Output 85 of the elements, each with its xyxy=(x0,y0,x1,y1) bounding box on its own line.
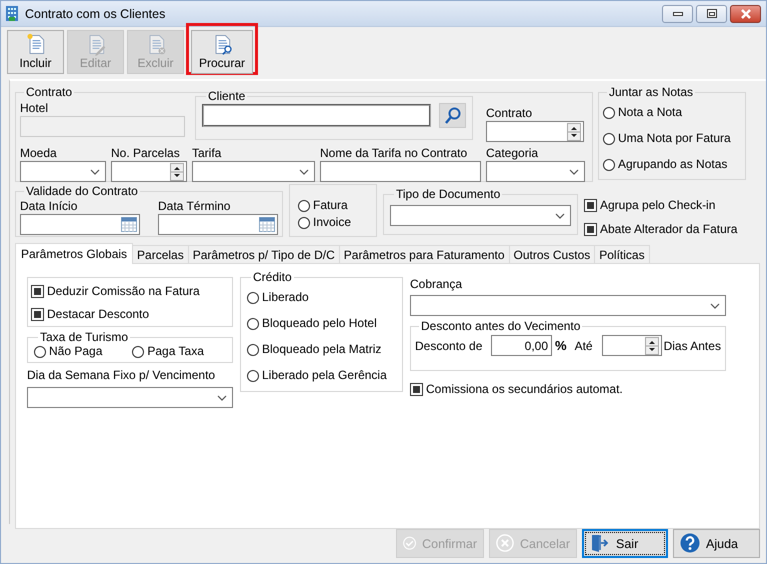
text-field[interactable] xyxy=(320,161,481,182)
field-label: Data Início xyxy=(20,200,78,213)
field-label: Moeda xyxy=(20,147,58,160)
spin-field[interactable] xyxy=(111,161,187,182)
maximize-icon xyxy=(706,9,716,18)
dropdown-field[interactable] xyxy=(27,387,233,408)
radio-option[interactable]: Invoice xyxy=(298,215,376,230)
checkbox-option[interactable]: Abate Alterador da Fatura xyxy=(584,222,738,237)
calendar-icon xyxy=(121,217,137,232)
chevron-icon xyxy=(569,168,579,174)
search-icon xyxy=(444,107,460,124)
group-title: Crédito xyxy=(252,270,293,284)
dropdown-field[interactable] xyxy=(410,295,726,316)
group-title: Juntar as Notas xyxy=(608,85,694,99)
dropdown-field[interactable] xyxy=(20,161,106,182)
help-icon xyxy=(680,533,700,554)
checkbox-option[interactable]: Comissiona os secundários automat. xyxy=(410,382,726,397)
field-label: Até xyxy=(574,338,593,352)
field-label: No. Parcelas xyxy=(111,147,181,160)
radio-option[interactable]: Liberado xyxy=(247,290,396,305)
chevron-icon xyxy=(217,394,227,400)
date-field[interactable] xyxy=(158,214,278,235)
window-title: Contrato com os Clientes xyxy=(25,6,166,20)
date-field[interactable] xyxy=(20,214,140,235)
chevron-icon xyxy=(555,212,565,218)
field-label: Categoria xyxy=(486,147,540,160)
field-label: Nome da Tarifa no Contrato xyxy=(320,147,468,160)
chevron-icon xyxy=(90,168,100,174)
field-label: Tarifa xyxy=(192,147,222,160)
x-circle-icon xyxy=(496,533,514,554)
field-label: Dias Antes xyxy=(664,338,721,352)
toolbar-button[interactable]: Incluir xyxy=(7,30,64,74)
exit-door-icon xyxy=(590,533,610,554)
dropdown-field[interactable] xyxy=(486,161,585,182)
maximize-button[interactable] xyxy=(696,4,727,22)
group-title: Validade do Contrato xyxy=(25,184,139,198)
radio-option[interactable]: Agrupando as Notas xyxy=(603,157,741,172)
spinner-icon xyxy=(644,336,659,354)
close-button[interactable] xyxy=(730,4,761,22)
minimize-icon xyxy=(672,12,682,16)
checkbox-option[interactable]: Destacar Desconto xyxy=(31,307,232,322)
tab[interactable]: Políticas xyxy=(594,245,650,263)
search-button[interactable] xyxy=(439,103,466,128)
radio-option[interactable]: Fatura xyxy=(298,198,376,213)
radio-option[interactable]: Paga Taxa xyxy=(132,344,204,359)
dropdown-field[interactable] xyxy=(390,205,571,226)
field-label: Data Término xyxy=(158,200,232,213)
radio-option[interactable]: Nota a Nota xyxy=(603,105,741,120)
number-field[interactable]: 0,00 xyxy=(491,335,552,356)
radio-option[interactable]: Bloqueado pelo Hotel xyxy=(247,316,396,331)
field-label: Cobrança xyxy=(410,278,464,291)
group-title: Taxa de Turismo xyxy=(39,330,130,344)
field-label: Dia da Semana Fixo p/ Vencimento xyxy=(27,369,216,382)
building-icon xyxy=(5,5,19,22)
calendar-icon xyxy=(259,217,275,232)
spin-field[interactable] xyxy=(486,121,584,142)
group-title: Contrato xyxy=(25,85,74,99)
chevron-icon xyxy=(299,168,309,174)
dropdown-field[interactable] xyxy=(192,161,315,182)
radio-option[interactable]: Liberado pela Gerência xyxy=(247,368,396,383)
spin-field[interactable] xyxy=(602,335,662,356)
minimize-button[interactable] xyxy=(662,4,693,22)
chevron-icon xyxy=(710,302,720,308)
group-title: Cliente xyxy=(207,89,246,103)
close-icon xyxy=(740,8,752,18)
group-title: Tipo de Documento xyxy=(395,187,502,201)
footer-button[interactable]: Sair xyxy=(582,529,668,558)
checkbox-option[interactable]: Agrupa pelo Check-in xyxy=(584,198,738,213)
spinner-icon xyxy=(170,162,184,180)
checkbox-option[interactable]: Deduzir Comissão na Fatura xyxy=(31,284,232,299)
field-label: Desconto de xyxy=(415,338,484,352)
radio-option[interactable]: Uma Nota por Fatura xyxy=(603,131,741,146)
field-label: Hotel xyxy=(20,102,50,115)
percent-sign: % xyxy=(555,338,567,353)
tab[interactable]: Parâmetros p/ Tipo de D/C xyxy=(188,245,340,263)
group-title: Desconto antes do Vecimento xyxy=(420,319,582,333)
toolbar-button[interactable]: Procurar xyxy=(191,30,253,74)
tab[interactable]: Parâmetros Globais xyxy=(15,243,134,264)
spinner-icon xyxy=(567,122,581,140)
text-field[interactable] xyxy=(202,104,431,127)
field-label: Contrato xyxy=(486,107,534,120)
tab[interactable]: Parâmetros para Faturamento xyxy=(338,245,510,263)
footer-button[interactable]: Ajuda xyxy=(673,529,760,558)
radio-option[interactable]: Não Paga xyxy=(34,344,102,359)
radio-option[interactable]: Bloqueado pela Matriz xyxy=(247,342,396,357)
